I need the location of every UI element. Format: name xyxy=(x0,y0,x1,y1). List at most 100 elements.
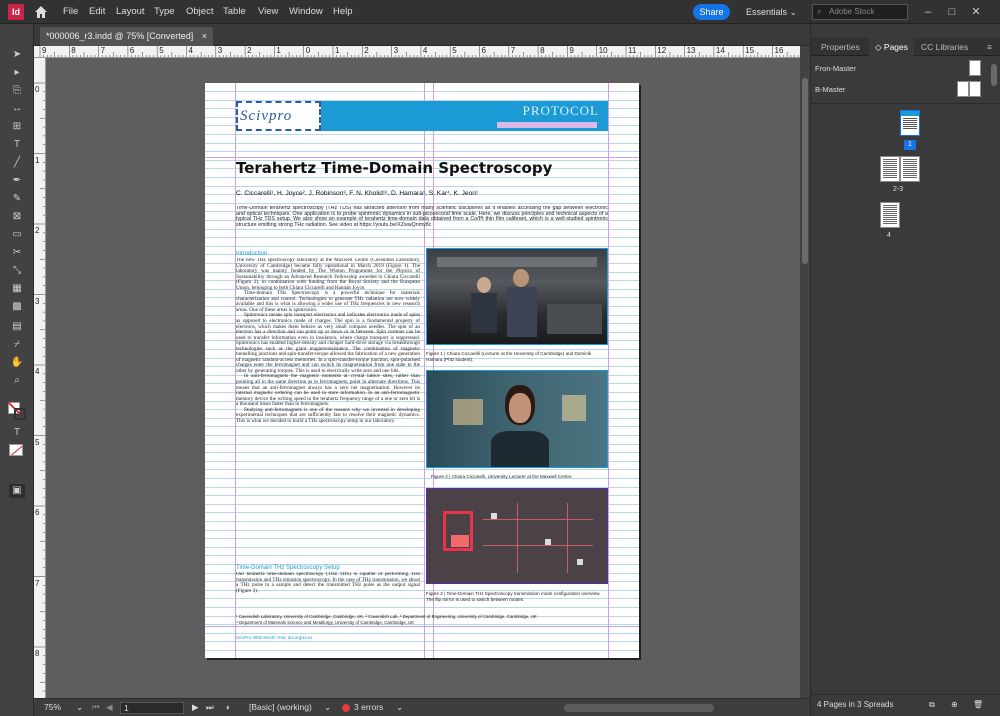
footnote-2[interactable]: ⁴ Department of Materials Science and Me… xyxy=(236,620,608,625)
tab-cc-libraries[interactable]: CC Libraries xyxy=(915,38,974,56)
introduction-heading[interactable]: Introduction xyxy=(236,251,267,257)
document-tab[interactable]: *000006_r3.indd @ 75% [Converted] × xyxy=(40,27,214,46)
adobe-stock-search-input[interactable]: ⌕ Adobe Stock xyxy=(812,4,908,20)
zoom-tool-icon[interactable]: ⌕ xyxy=(9,374,25,388)
selection-tool-icon[interactable]: ➤ xyxy=(9,48,25,62)
page-1-thumbnail[interactable] xyxy=(900,110,920,136)
home-icon[interactable] xyxy=(34,5,48,19)
share-button[interactable]: Share xyxy=(693,4,730,20)
setup-body[interactable]: Our terahertz time-domain spectroscopy (… xyxy=(236,572,420,605)
restore-icon[interactable]: □ xyxy=(940,0,964,24)
gradient-tool-icon[interactable]: ▦ xyxy=(9,282,25,296)
errors-chevron-icon[interactable]: ⌄ xyxy=(396,699,403,716)
delete-page-icon[interactable]: 🗑 xyxy=(973,695,983,715)
page-4-thumbnail[interactable] xyxy=(880,202,900,228)
fill-stroke-swatch-icon[interactable] xyxy=(8,402,26,420)
next-page-icon[interactable]: ▶ xyxy=(192,699,199,716)
content-collector-icon[interactable]: ⊞ xyxy=(9,120,25,134)
master-b-thumbnail-right[interactable] xyxy=(969,81,981,97)
scissors-tool-icon[interactable]: ✂ xyxy=(9,246,25,260)
pasteboard[interactable]: Scivpro PROTOCOL Terahertz Time-Domain S… xyxy=(46,58,800,698)
profile-chevron-icon[interactable]: ⌄ xyxy=(324,699,331,716)
ruler-label: 5 xyxy=(35,437,40,447)
footnote-1[interactable]: ¹ Cavendish Laboratory, University of Ca… xyxy=(236,614,608,619)
page-4-label[interactable]: 4 xyxy=(887,232,891,239)
master-fron-thumbnail[interactable] xyxy=(969,60,981,76)
error-count[interactable]: 3 errors xyxy=(354,699,383,716)
gradient-feather-tool-icon[interactable]: ▩ xyxy=(9,300,25,314)
figure-1-caption[interactable]: Figure 1 | Chiara Ciccarelli (Lecturer a… xyxy=(426,351,608,362)
rectangle-tool-icon[interactable]: ▭ xyxy=(9,228,25,242)
eyedropper-tool-icon[interactable]: ⌿ xyxy=(9,338,25,352)
menu-object[interactable]: Object xyxy=(186,0,213,24)
edit-page-size-icon[interactable]: ⧉ xyxy=(929,695,935,715)
prev-page-icon[interactable]: ◀ xyxy=(106,699,113,716)
gap-tool-icon[interactable]: ↔ xyxy=(9,102,25,116)
menu-file[interactable]: File xyxy=(63,0,78,24)
spread-2-3-label[interactable]: 2-3 xyxy=(893,186,903,193)
vertical-ruler[interactable]: 0 1 2 3 4 5 6 7 8 xyxy=(34,58,46,698)
page-3-thumbnail[interactable] xyxy=(900,156,920,182)
menu-window[interactable]: Window xyxy=(289,0,323,24)
figure-2-caption[interactable]: Figure 2 | Chiara Ciccarelli, University… xyxy=(431,474,613,479)
hand-tool-icon[interactable]: ✋ xyxy=(9,356,25,370)
last-page-icon[interactable]: ⏭ xyxy=(206,699,214,716)
menu-help[interactable]: Help xyxy=(333,0,353,24)
first-page-icon[interactable]: ⏮ xyxy=(92,699,100,716)
type-tool-icon[interactable]: T xyxy=(9,138,25,152)
page-number-field[interactable]: 1 xyxy=(120,702,184,714)
figure-2-image[interactable] xyxy=(426,370,608,468)
close-icon[interactable]: ✕ xyxy=(964,0,988,24)
vertical-scrollbar-thumb[interactable] xyxy=(802,78,808,264)
menu-edit[interactable]: Edit xyxy=(89,0,105,24)
indesign-app-icon[interactable]: Id xyxy=(8,4,24,20)
setup-heading[interactable]: Time-Domain THz Spectroscopy Setup xyxy=(236,565,340,571)
minimize-icon[interactable]: – xyxy=(916,0,940,24)
tab-properties[interactable]: Properties xyxy=(815,38,866,56)
master-fron[interactable]: Fron-Master xyxy=(815,64,856,73)
page-1-label[interactable]: 1 xyxy=(904,140,916,150)
master-b-thumbnail-left[interactable] xyxy=(957,81,969,97)
tab-close-icon[interactable]: × xyxy=(202,31,207,41)
preflight-profile[interactable]: [Basic] (working) xyxy=(249,699,312,716)
zoom-chevron-icon[interactable]: ⌄ xyxy=(76,699,83,716)
article-abstract[interactable]: Time-Domain terahertz spectroscopy (THz … xyxy=(236,206,608,244)
horizontal-scrollbar-thumb[interactable] xyxy=(564,704,714,712)
intro-paragraph-4: In anti-ferromagnets the magnetic moment… xyxy=(236,373,420,408)
figure-3-caption[interactable]: Figure 3 | Time-Domain THz Spectroscopy … xyxy=(426,591,608,602)
pen-tool-icon[interactable]: ✒ xyxy=(9,174,25,188)
page-2-thumbnail[interactable] xyxy=(880,156,900,182)
direct-selection-tool-icon[interactable]: ▸ xyxy=(9,66,25,80)
rectangle-frame-tool-icon[interactable]: ⊠ xyxy=(9,210,25,224)
apply-none-icon[interactable] xyxy=(9,444,23,456)
line-tool-icon[interactable]: ╱ xyxy=(9,156,25,170)
note-tool-icon[interactable]: ▤ xyxy=(9,320,25,334)
free-transform-tool-icon[interactable]: ⤡ xyxy=(9,264,25,278)
tab-pages[interactable]: ◇ Pages xyxy=(869,38,915,56)
zoom-level[interactable]: 75% xyxy=(44,699,61,716)
article-authors[interactable]: C. Ciccarelli¹, H. Joyce², J. Robinson³,… xyxy=(236,190,608,197)
article-title[interactable]: Terahertz Time-Domain Spectroscopy xyxy=(236,159,552,177)
screen-mode-icon[interactable]: ▣ xyxy=(9,484,25,498)
figure-1-image[interactable] xyxy=(426,248,608,345)
menu-layout[interactable]: Layout xyxy=(116,0,145,24)
pencil-tool-icon[interactable]: ✎ xyxy=(9,192,25,206)
menu-view[interactable]: View xyxy=(258,0,278,24)
panel-menu-icon[interactable]: ≡ xyxy=(981,38,998,56)
formatting-container-icon[interactable]: T xyxy=(9,426,25,440)
new-page-icon[interactable]: ⊕ xyxy=(951,695,958,715)
page-tool-icon[interactable]: ⎘ xyxy=(9,84,25,98)
document-page[interactable]: Scivpro PROTOCOL Terahertz Time-Domain S… xyxy=(205,83,639,658)
preflight-icon[interactable]: ◐ xyxy=(226,699,231,716)
horizontal-ruler[interactable]: 9 8 7 6 5 4 3 2 1 0 1 2 3 4 5 6 7 8 9 10 11 12 13 14 15 16 xyxy=(34,46,800,58)
protocol-banner[interactable]: PROTOCOL xyxy=(321,101,608,131)
doi-line[interactable]: ScivPro 0000 Month Year, doi.org/xx.xx xyxy=(236,635,312,640)
master-b[interactable]: B-Master xyxy=(815,85,845,94)
panel-scrollbar[interactable] xyxy=(991,64,997,86)
menu-type[interactable]: Type xyxy=(154,0,175,24)
workspace-switcher[interactable]: Essentials ⌄ xyxy=(746,0,797,24)
scivpro-logo[interactable]: Scivpro xyxy=(236,101,321,131)
introduction-body[interactable]: The new THz spectroscopy laboratory at t… xyxy=(236,258,420,556)
menu-table[interactable]: Table xyxy=(223,0,246,24)
figure-3-image[interactable] xyxy=(426,488,608,584)
